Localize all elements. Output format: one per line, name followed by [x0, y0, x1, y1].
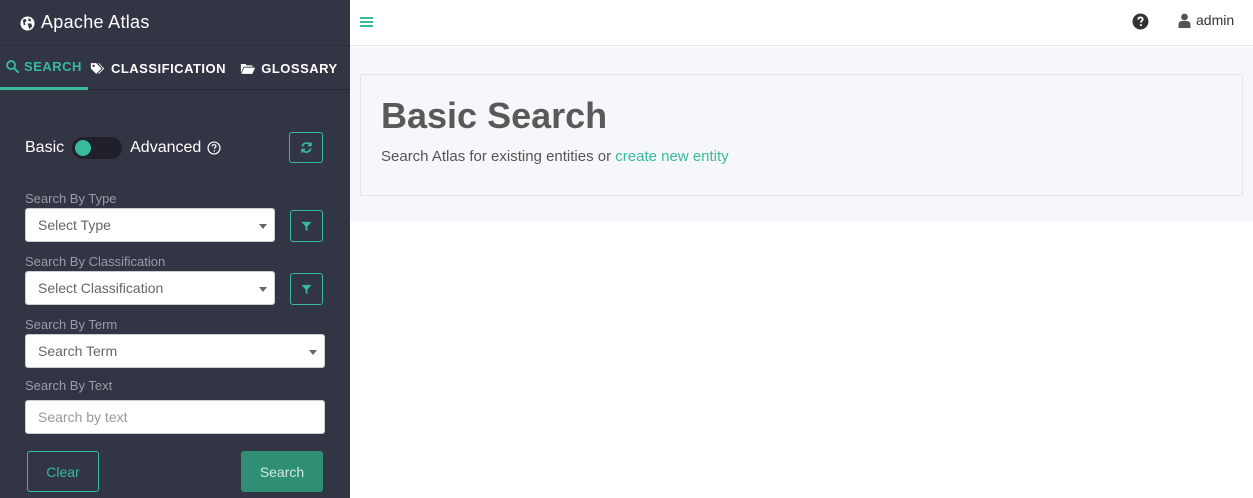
brand-header[interactable]: Apache Atlas: [0, 0, 350, 46]
filter-icon: [301, 284, 312, 294]
question-circle-icon[interactable]: [207, 141, 221, 155]
username: admin: [1196, 12, 1235, 28]
filter-icon: [301, 221, 312, 231]
classification-select[interactable]: Select Classification: [25, 271, 275, 305]
type-label: Search By Type: [25, 191, 117, 206]
classification-label: Search By Classification: [25, 254, 166, 269]
search-icon: [6, 60, 20, 73]
tab-classification[interactable]: CLASSIFICATION: [88, 46, 228, 90]
user-icon: [1178, 13, 1191, 28]
text-label: Search By Text: [25, 378, 113, 393]
tab-glossary[interactable]: GLOSSARY: [228, 46, 350, 90]
brand-title: Apache Atlas: [41, 12, 150, 32]
caret-down-icon: [259, 224, 267, 229]
basic-search-panel: Basic Search Search Atlas for existing e…: [360, 74, 1243, 196]
toggle-advanced-label: Advanced: [130, 139, 202, 156]
hamburger-icon: [360, 17, 373, 27]
term-select-value: Search Term: [38, 343, 118, 359]
type-select[interactable]: Select Type: [25, 208, 275, 242]
toggle-basic-label: Basic: [25, 139, 65, 156]
type-select-value: Select Type: [38, 217, 111, 233]
clear-button[interactable]: Clear: [27, 451, 99, 492]
menu-toggle-button[interactable]: [360, 15, 373, 33]
term-label: Search By Term: [25, 317, 118, 332]
main-content: Basic Search Search Atlas for existing e…: [350, 47, 1253, 221]
globe-icon: [20, 15, 35, 31]
search-mode-toggle-row: Basic Advanced: [25, 132, 325, 164]
help-button[interactable]: [1132, 13, 1149, 35]
classification-filter-button[interactable]: [290, 273, 323, 305]
tab-search-label: SEARCH: [24, 59, 82, 74]
folder-open-icon: [241, 63, 256, 74]
caret-down-icon: [259, 287, 267, 292]
user-menu[interactable]: admin: [1178, 12, 1234, 28]
page-title: Basic Search: [381, 95, 608, 136]
search-mode-switch[interactable]: [72, 137, 123, 159]
question-circle-icon: [1132, 13, 1149, 30]
tab-search[interactable]: SEARCH: [0, 46, 88, 90]
classification-select-value: Select Classification: [38, 280, 164, 296]
search-text-input[interactable]: [25, 400, 325, 434]
term-select[interactable]: Search Term: [25, 334, 325, 368]
create-entity-link[interactable]: create new entity: [615, 148, 728, 165]
caret-down-icon: [309, 350, 317, 355]
sidebar-tabs: SEARCH CLASSIFICATION GLOSSARY: [0, 46, 350, 90]
tab-glossary-label: GLOSSARY: [261, 60, 338, 76]
sidebar: Apache Atlas SEARCH CLASSIFICATION GLOSS…: [0, 0, 350, 498]
top-navbar: admin: [350, 0, 1253, 46]
page-description: Search Atlas for existing entities or cr…: [381, 148, 729, 165]
description-text: Search Atlas for existing entities or: [381, 148, 616, 165]
switch-knob: [75, 140, 92, 156]
tags-icon: [90, 62, 105, 74]
search-button[interactable]: Search: [241, 451, 323, 492]
tab-classification-label: CLASSIFICATION: [110, 60, 227, 76]
type-filter-button[interactable]: [290, 210, 323, 242]
refresh-button[interactable]: [289, 132, 323, 163]
refresh-icon: [300, 142, 312, 153]
